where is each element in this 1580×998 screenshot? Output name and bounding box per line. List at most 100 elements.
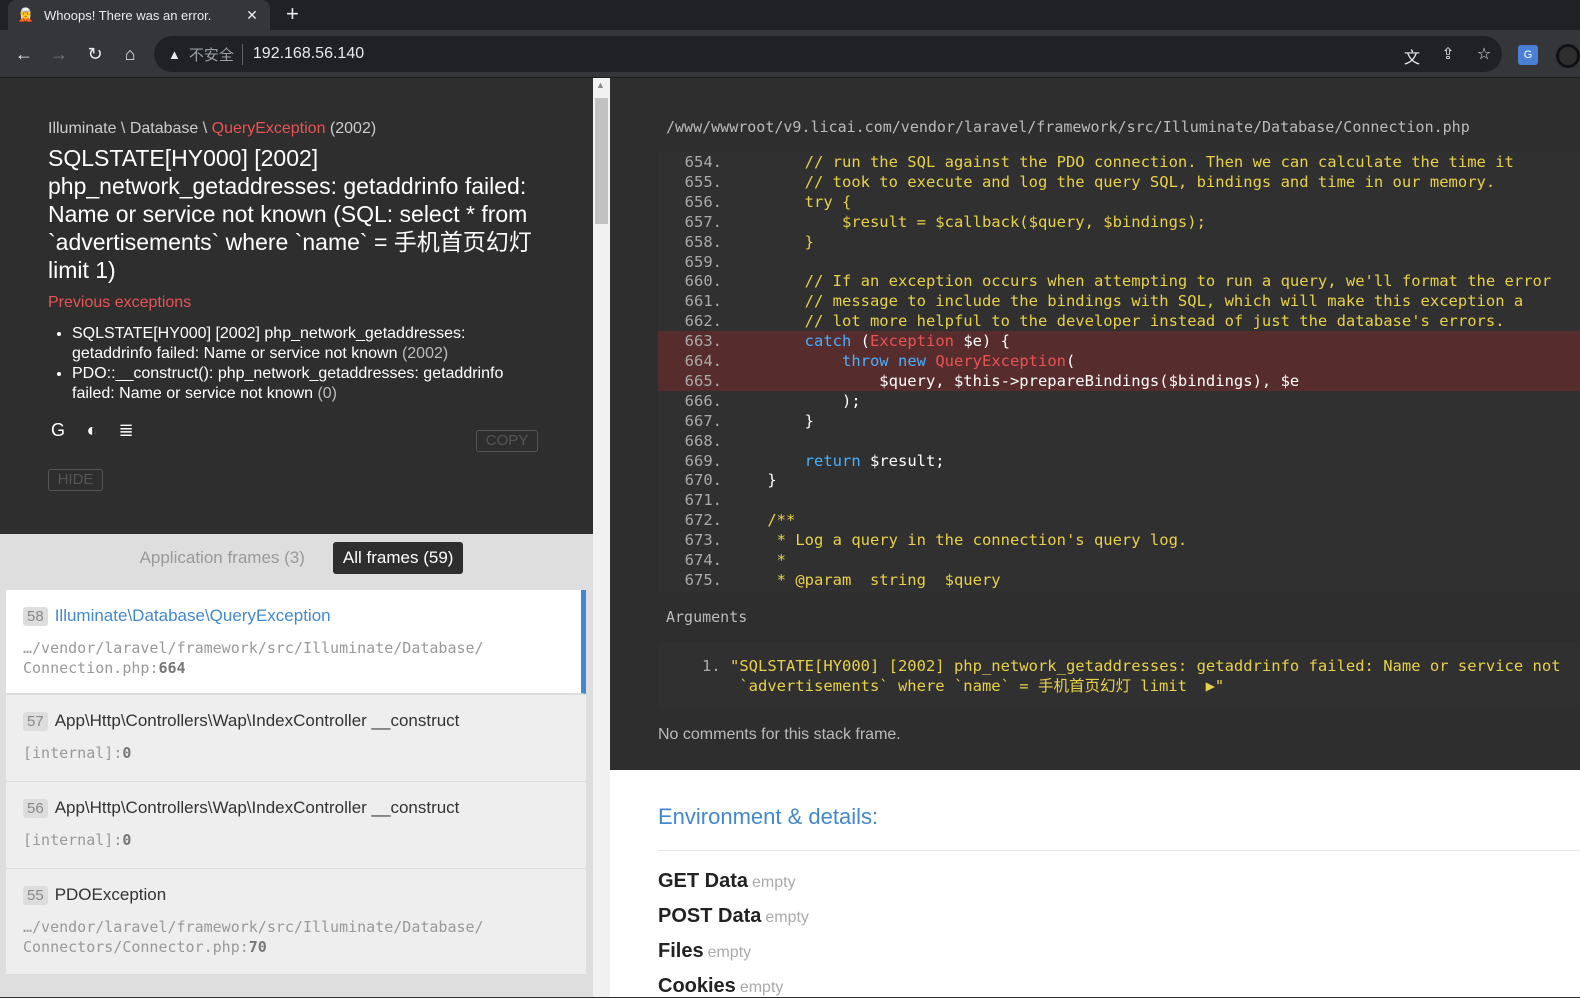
line-number: 667. [684, 411, 722, 430]
extension-translate-icon[interactable]: G [1518, 45, 1538, 65]
browser-tab[interactable]: 🧝 Whoops! There was an error. ✕ [8, 0, 270, 30]
code-text: // took to execute and log the query SQL… [730, 172, 1496, 191]
code-line: 660. // If an exception occurs when atte… [658, 271, 1580, 291]
line-number: 665. [684, 371, 722, 390]
code-line: 667. } [658, 411, 1580, 431]
exception-message: SQLSTATE[HY000] [2002] php_network_getad… [48, 145, 532, 283]
duckduckgo-search-icon[interactable]: ◐ [82, 420, 102, 441]
left-panel: Illuminate \ Database \ QueryException (… [0, 78, 593, 997]
search-links: G ◐ ≣ [48, 420, 545, 441]
frames-list: 58 Illuminate\Database\QueryException …/v… [0, 582, 593, 997]
line-number: 656. [684, 192, 722, 211]
code-line: 657. $result = $callback($query, $bindin… [658, 212, 1580, 232]
scroll-up-icon[interactable]: ▲ [596, 80, 605, 90]
code-text: // message to include the bindings with … [730, 292, 1524, 311]
code-line: 658. } [658, 232, 1580, 252]
line-number: 673. [684, 531, 722, 550]
frame-index: 58 [23, 606, 48, 626]
warning-icon[interactable]: ▲ [168, 47, 181, 62]
code-line: 672. /** [658, 510, 1580, 530]
no-comments-text: No comments for this stack frame. [658, 726, 901, 743]
home-icon[interactable]: ⌂ [118, 42, 142, 66]
line-number: 661. [684, 292, 722, 311]
code-text: ); [730, 391, 861, 410]
code-text: $result = $callback($query, $bindings); [730, 212, 1206, 231]
forward-icon[interactable]: → [47, 42, 71, 66]
back-icon[interactable]: ← [12, 42, 36, 66]
copy-button[interactable]: COPY [476, 430, 538, 452]
code-line: 661. // message to include the bindings … [658, 291, 1580, 311]
line-number: 668. [684, 431, 722, 450]
code-text: $query, $this->prepareBindings($bindings… [730, 371, 1300, 390]
code-line: 664. throw new QueryException( [658, 351, 1580, 371]
tab-application-frames[interactable]: Application frames (3) [130, 542, 315, 574]
line-number: 655. [684, 172, 722, 191]
argument-value[interactable]: "SQLSTATE[HY000] [2002] php_network_geta… [730, 656, 1561, 696]
hide-button[interactable]: HIDE [48, 469, 103, 491]
google-search-icon[interactable]: G [48, 420, 68, 441]
share-icon[interactable]: ⇪ [1438, 44, 1458, 68]
whoops-favicon-icon: 🧝 [17, 7, 35, 22]
code-text: // lot more helpful to the developer ins… [730, 312, 1505, 331]
code-viewer: 654. // run the SQL against the PDO conn… [658, 152, 1580, 592]
new-tab-button[interactable]: + [286, 2, 299, 26]
frame-class: App\Http\Controllers\Wap\IndexController… [54, 798, 460, 817]
environment-section: Environment & details: GET Data empty POS… [610, 770, 1580, 997]
code-text: // run the SQL against the PDO connectio… [730, 153, 1514, 171]
tab-all-frames[interactable]: All frames (59) [332, 542, 464, 574]
browser-toolbar: ← → ↻ ⌂ ▲ 不安全 192.168.56.140 文 ⇪ ☆ G [0, 30, 1580, 78]
arguments-box: 1. "SQLSTATE[HY000] [2002] php_network_g… [658, 642, 1580, 708]
code-line: 656. try { [658, 192, 1580, 212]
code-file-path[interactable]: /www/wwwroot/v9.licai.com/vendor/laravel… [666, 118, 1470, 136]
frame-index: 57 [23, 711, 48, 731]
divider [658, 850, 1580, 851]
code-line: 662. // lot more helpful to the develope… [658, 311, 1580, 331]
frame-item[interactable]: 55 PDOException …/vendor/laravel/framewor… [6, 869, 586, 975]
frame-item[interactable]: 57 App\Http\Controllers\Wap\IndexControll… [6, 695, 586, 782]
frame-class: Illuminate\Database\QueryException [54, 606, 331, 625]
reload-icon[interactable]: ↻ [83, 42, 107, 66]
line-number: 671. [684, 491, 722, 510]
line-number: 660. [684, 272, 722, 291]
line-number: 657. [684, 212, 722, 231]
tab-title: Whoops! There was an error. [44, 7, 212, 23]
previous-exception: PDO::__construct(): php_network_getaddre… [72, 364, 545, 404]
profile-avatar[interactable] [1556, 44, 1580, 68]
line-number: 662. [684, 312, 722, 331]
address-bar[interactable]: ▲ 不安全 192.168.56.140 文 ⇪ ☆ [154, 36, 1502, 72]
line-number: 658. [684, 232, 722, 251]
frame-file: [internal]:0 [23, 831, 132, 849]
frame-index: 56 [23, 798, 48, 818]
line-number: 664. [684, 352, 722, 370]
code-line: 659. [658, 252, 1580, 272]
translate-icon[interactable]: 文 [1402, 44, 1422, 68]
right-panel: /www/wwwroot/v9.licai.com/vendor/laravel… [610, 78, 1580, 997]
exception-code: (2002) [325, 120, 377, 137]
scrollbar-thumb[interactable] [595, 98, 608, 224]
left-scrollbar[interactable]: ▲ [593, 78, 610, 997]
code-line: 673. * Log a query in the connection's q… [658, 530, 1580, 550]
frame-item[interactable]: 58 Illuminate\Database\QueryException …/v… [6, 590, 586, 694]
line-number: 659. [684, 252, 722, 271]
frame-item[interactable]: 56 App\Http\Controllers\Wap\IndexControll… [6, 782, 586, 869]
code-text: * Log a query in the connection's query … [730, 531, 1188, 550]
exception-namespace: Illuminate \ Database \ [48, 120, 212, 137]
code-text: } [730, 411, 814, 430]
argument-number: 1. [702, 657, 721, 675]
bookmark-star-icon[interactable]: ☆ [1474, 44, 1494, 68]
insecure-label[interactable]: 不安全 [189, 43, 243, 65]
line-number: 666. [684, 391, 722, 410]
previous-exception: SQLSTATE[HY000] [2002] php_network_getad… [72, 324, 545, 364]
code-text: // If an exception occurs when attemptin… [730, 272, 1552, 291]
previous-exceptions-list: SQLSTATE[HY000] [2002] php_network_getad… [48, 324, 545, 404]
code-line: 665. $query, $this->prepareBindings($bin… [658, 370, 1580, 391]
close-tab-icon[interactable]: ✕ [244, 7, 260, 24]
frames-tabs: Application frames (3) All frames (59) [0, 534, 593, 582]
environment-title: Environment & details: [658, 804, 879, 829]
code-line: 668. [658, 431, 1580, 451]
url-text[interactable]: 192.168.56.140 [253, 45, 364, 63]
code-line: 663. catch (Exception $e) { [658, 331, 1580, 352]
stackoverflow-search-icon[interactable]: ≣ [116, 420, 136, 441]
line-number: 670. [684, 471, 722, 490]
exception-class: Illuminate \ Database \ QueryException (… [48, 120, 545, 138]
